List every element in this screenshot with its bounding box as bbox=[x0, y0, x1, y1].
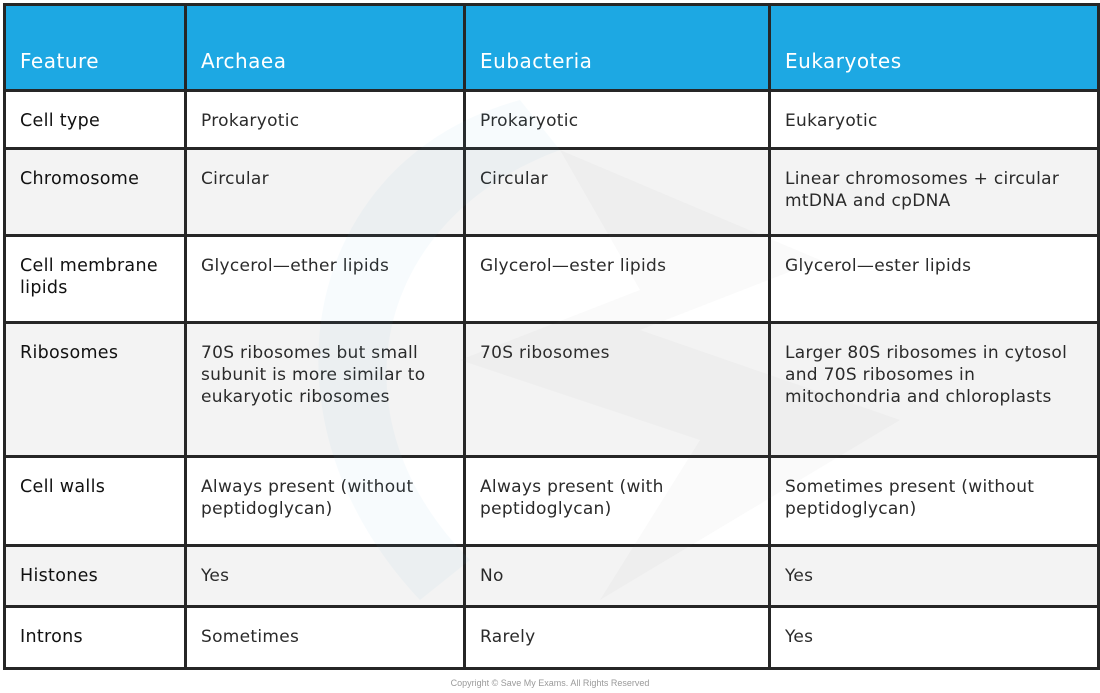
feature-cell: Introns bbox=[3, 605, 187, 670]
feature-cell: Cell type bbox=[3, 89, 187, 150]
archaea-cell: Sometimes bbox=[184, 605, 466, 670]
archaea-cell: Circular bbox=[184, 147, 466, 237]
feature-cell: Cell walls bbox=[3, 455, 187, 547]
eubacteria-cell: 70S ribosomes bbox=[463, 321, 771, 458]
table-row: Chromosome Circular Circular Linear chro… bbox=[3, 147, 1100, 237]
eubacteria-cell: Circular bbox=[463, 147, 771, 237]
eukaryotes-cell: Linear chromosomes + circular mtDNA and … bbox=[768, 147, 1100, 237]
eukaryotes-cell: Eukaryotic bbox=[768, 89, 1100, 150]
table-row: Introns Sometimes Rarely Yes bbox=[3, 605, 1100, 670]
header-archaea: Archaea bbox=[184, 3, 466, 92]
eukaryotes-cell: Larger 80S ribosomes in cytosol and 70S … bbox=[768, 321, 1100, 458]
table-row: Cell type Prokaryotic Prokaryotic Eukary… bbox=[3, 89, 1100, 150]
archaea-cell: Glycerol—ether lipids bbox=[184, 234, 466, 324]
header-feature: Feature bbox=[3, 3, 187, 92]
table-row: Cell membrane lipids Glycerol—ether lipi… bbox=[3, 234, 1100, 324]
header-row: Feature Archaea Eubacteria Eukaryotes bbox=[3, 3, 1100, 92]
table-row: Histones Yes No Yes bbox=[3, 544, 1100, 608]
eukaryotes-cell: Sometimes present (without peptidoglycan… bbox=[768, 455, 1100, 547]
eubacteria-cell: Always present (with peptidoglycan) bbox=[463, 455, 771, 547]
feature-cell: Chromosome bbox=[3, 147, 187, 237]
feature-cell: Cell membrane lipids bbox=[3, 234, 187, 324]
feature-cell: Histones bbox=[3, 544, 187, 608]
eubacteria-cell: Glycerol—ester lipids bbox=[463, 234, 771, 324]
archaea-cell: Prokaryotic bbox=[184, 89, 466, 150]
table-row: Ribosomes 70S ribosomes but small subuni… bbox=[3, 321, 1100, 458]
archaea-cell: Yes bbox=[184, 544, 466, 608]
table-row: Cell walls Always present (without pepti… bbox=[3, 455, 1100, 547]
eubacteria-cell: Rarely bbox=[463, 605, 771, 670]
header-eubacteria: Eubacteria bbox=[463, 3, 771, 92]
eukaryotes-cell: Glycerol—ester lipids bbox=[768, 234, 1100, 324]
eubacteria-cell: No bbox=[463, 544, 771, 608]
archaea-cell: Always present (without peptidoglycan) bbox=[184, 455, 466, 547]
archaea-cell: 70S ribosomes but small subunit is more … bbox=[184, 321, 466, 458]
copyright-notice: Copyright © Save My Exams. All Rights Re… bbox=[450, 678, 650, 688]
eubacteria-cell: Prokaryotic bbox=[463, 89, 771, 150]
eukaryotes-cell: Yes bbox=[768, 605, 1100, 670]
comparison-table: Feature Archaea Eubacteria Eukaryotes Ce… bbox=[3, 3, 1100, 670]
feature-cell: Ribosomes bbox=[3, 321, 187, 458]
eukaryotes-cell: Yes bbox=[768, 544, 1100, 608]
header-eukaryotes: Eukaryotes bbox=[768, 3, 1100, 92]
